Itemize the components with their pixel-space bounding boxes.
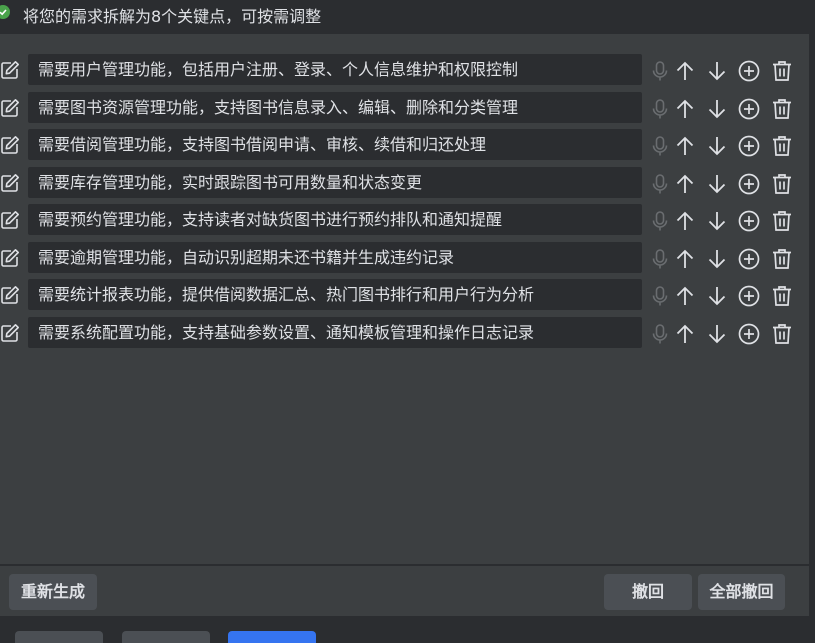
edit-icon[interactable] xyxy=(0,248,20,268)
edit-icon[interactable] xyxy=(0,210,20,230)
arrow-down-icon[interactable] xyxy=(705,322,729,346)
keypoint-row: 需要借阅管理功能，支持图书借阅申请、审核、续借和归还处理 xyxy=(0,129,809,161)
arrow-down-icon[interactable] xyxy=(705,134,729,158)
undo-all-button[interactable]: 全部撤回 xyxy=(698,574,785,610)
header: 将您的需求拆解为8个关键点，可按需调整 xyxy=(0,0,815,34)
add-circle-icon[interactable] xyxy=(737,322,761,346)
trash-icon[interactable] xyxy=(770,134,794,158)
trash-icon[interactable] xyxy=(770,247,794,271)
check-circle-icon xyxy=(0,5,10,19)
arrow-up-icon[interactable] xyxy=(673,247,697,271)
keypoint-text[interactable]: 需要图书资源管理功能，支持图书信息录入、编辑、删除和分类管理 xyxy=(28,91,642,123)
edit-icon[interactable] xyxy=(0,285,20,305)
keypoint-row: 需要统计报表功能，提供借阅数据汇总、热门图书排行和用户行为分析 xyxy=(0,279,809,311)
add-circle-icon[interactable] xyxy=(737,284,761,308)
edit-icon[interactable] xyxy=(0,135,20,155)
microphone-icon[interactable] xyxy=(648,97,672,121)
arrow-down-icon[interactable] xyxy=(705,284,729,308)
panel-right-divider xyxy=(809,34,815,564)
add-circle-icon[interactable] xyxy=(737,97,761,121)
keypoint-row: 需要图书资源管理功能，支持图书信息录入、编辑、删除和分类管理 xyxy=(0,91,809,124)
keypoint-text[interactable]: 需要库存管理功能，实时跟踪图书可用数量和状态变更 xyxy=(28,166,642,198)
trash-icon[interactable] xyxy=(770,322,794,346)
keypoint-row: 需要用户管理功能，包括用户注册、登录、个人信息维护和权限控制 xyxy=(0,54,809,86)
keypoint-text[interactable]: 需要系统配置功能，支持基础参数设置、通知模板管理和操作日志记录 xyxy=(28,316,642,348)
keypoint-text[interactable]: 需要借阅管理功能，支持图书借阅申请、审核、续借和归还处理 xyxy=(28,129,642,160)
microphone-icon[interactable] xyxy=(648,209,672,233)
arrow-down-icon[interactable] xyxy=(705,209,729,233)
trash-icon[interactable] xyxy=(770,284,794,308)
keypoint-text[interactable]: 需要统计报表功能，提供借阅数据汇总、热门图书排行和用户行为分析 xyxy=(28,279,642,310)
trash-icon[interactable] xyxy=(770,59,794,83)
arrow-down-icon[interactable] xyxy=(705,247,729,271)
footer-primary-button[interactable] xyxy=(228,631,316,643)
undo-button[interactable]: 撤回 xyxy=(604,574,692,610)
add-circle-icon[interactable] xyxy=(737,134,761,158)
microphone-icon[interactable] xyxy=(648,134,672,158)
arrow-up-icon[interactable] xyxy=(673,172,697,196)
microphone-icon[interactable] xyxy=(648,59,672,83)
trash-icon[interactable] xyxy=(770,209,794,233)
footer-bar xyxy=(0,616,815,643)
edit-icon[interactable] xyxy=(0,98,20,118)
arrow-up-icon[interactable] xyxy=(673,284,697,308)
add-circle-icon[interactable] xyxy=(737,209,761,233)
header-title: 将您的需求拆解为8个关键点，可按需调整 xyxy=(23,7,322,26)
microphone-icon[interactable] xyxy=(648,284,672,308)
keypoint-row: 需要系统配置功能，支持基础参数设置、通知模板管理和操作日志记录 xyxy=(0,316,809,349)
arrow-up-icon[interactable] xyxy=(673,59,697,83)
microphone-icon[interactable] xyxy=(648,172,672,196)
trash-icon[interactable] xyxy=(770,97,794,121)
microphone-icon[interactable] xyxy=(648,247,672,271)
keypoint-row: 需要预约管理功能，支持读者对缺货图书进行预约排队和通知提醒 xyxy=(0,204,809,236)
arrow-up-icon[interactable] xyxy=(673,134,697,158)
arrow-down-icon[interactable] xyxy=(705,172,729,196)
add-circle-icon[interactable] xyxy=(737,59,761,83)
trash-icon[interactable] xyxy=(770,172,794,196)
add-circle-icon[interactable] xyxy=(737,172,761,196)
arrow-up-icon[interactable] xyxy=(673,322,697,346)
footer-button-2[interactable] xyxy=(122,631,210,643)
arrow-up-icon[interactable] xyxy=(673,97,697,121)
keypoint-row: 需要库存管理功能，实时跟踪图书可用数量和状态变更 xyxy=(0,166,809,199)
arrow-up-icon[interactable] xyxy=(673,209,697,233)
keypoint-row: 需要逾期管理功能，自动识别超期未还书籍并生成违约记录 xyxy=(0,241,809,274)
add-circle-icon[interactable] xyxy=(737,247,761,271)
edit-icon[interactable] xyxy=(0,60,20,80)
arrow-down-icon[interactable] xyxy=(705,59,729,83)
footer-button-1[interactable] xyxy=(15,631,103,643)
microphone-icon[interactable] xyxy=(648,322,672,346)
regenerate-button[interactable]: 重新生成 xyxy=(9,574,97,610)
edit-icon[interactable] xyxy=(0,173,20,193)
arrow-down-icon[interactable] xyxy=(705,97,729,121)
edit-icon[interactable] xyxy=(0,323,20,343)
keypoint-text[interactable]: 需要预约管理功能，支持读者对缺货图书进行预约排队和通知提醒 xyxy=(28,204,642,235)
keypoint-text[interactable]: 需要逾期管理功能，自动识别超期未还书籍并生成违约记录 xyxy=(28,241,642,273)
keypoint-text[interactable]: 需要用户管理功能，包括用户注册、登录、个人信息维护和权限控制 xyxy=(28,54,642,85)
